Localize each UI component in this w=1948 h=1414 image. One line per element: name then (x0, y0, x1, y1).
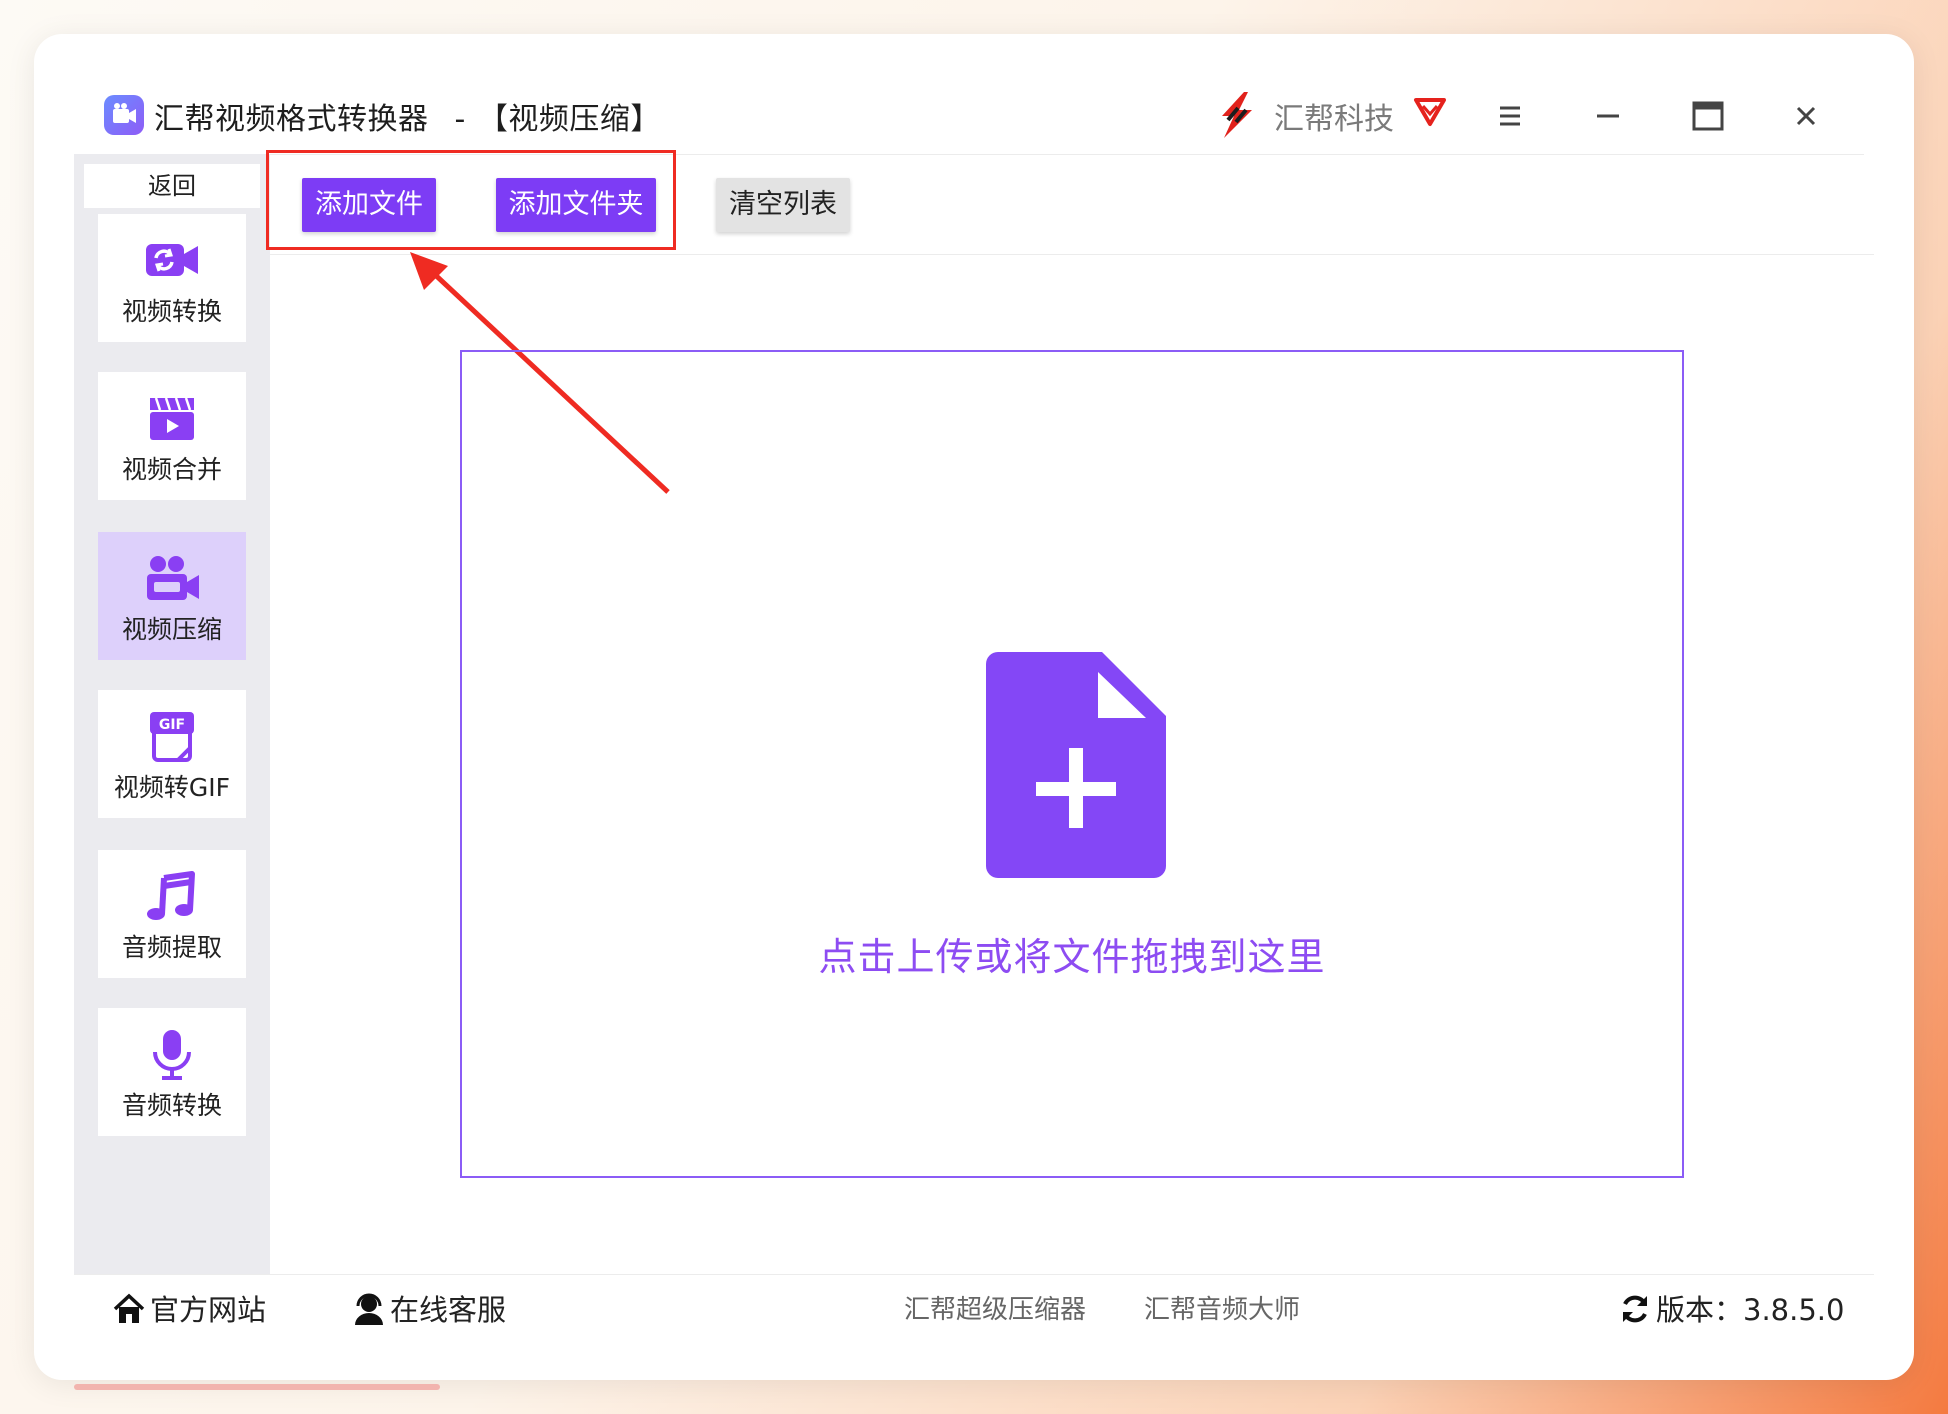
brand-name: 汇帮科技 (1274, 102, 1394, 137)
compressor-link[interactable]: 汇帮超级压缩器 (904, 1289, 1086, 1326)
maximize-icon[interactable] (1684, 92, 1732, 140)
window-title: 汇帮视频格式转换器 - 【视频压缩】 (154, 94, 661, 138)
close-icon[interactable] (1782, 92, 1830, 140)
title-separator: - (454, 102, 466, 137)
horizontal-scroll-hint (74, 1384, 440, 1390)
title-bar: 汇帮视频格式转换器 - 【视频压缩】 汇帮科技 (74, 78, 1864, 155)
gif-icon: GIF (150, 712, 194, 762)
support-link[interactable]: 在线客服 (352, 1287, 506, 1329)
back-button[interactable]: 返回 (84, 164, 260, 208)
website-link[interactable]: 官方网站 (112, 1287, 266, 1329)
svg-text:GIF: GIF (159, 717, 185, 733)
sidebar-item-audio-convert[interactable]: 音频转换 (98, 1008, 246, 1136)
drop-zone-text: 点击上传或将文件拖拽到这里 (818, 935, 1326, 979)
status-bar: 官方网站 在线客服 汇帮超级压缩器 汇帮音频大师 版本：3.8.5.0 (74, 1274, 1874, 1345)
sidebar-item-label: 视频合并 (121, 455, 222, 484)
file-add-icon (986, 652, 1166, 878)
highlight-annotation-box (266, 150, 676, 250)
app-name: 汇帮视频格式转换器 (154, 102, 429, 137)
version-label: 版本：3.8.5.0 (1656, 1293, 1845, 1327)
vip-diamond-icon[interactable] (1410, 92, 1450, 130)
sidebar-item-video-convert[interactable]: 视频转换 (98, 214, 246, 342)
menu-icon[interactable] (1486, 92, 1534, 140)
audio-master-link[interactable]: 汇帮音频大师 (1144, 1289, 1300, 1326)
sidebar-item-label: 视频转GIF (113, 773, 231, 802)
microphone-icon (153, 1030, 191, 1080)
sidebar-item-label: 音频提取 (121, 933, 222, 962)
clear-list-button[interactable]: 清空列表 (716, 178, 850, 232)
sidebar-item-label: 视频压缩 (121, 615, 222, 644)
sidebar-item-label: 视频转换 (121, 297, 222, 326)
sidebar-item-video-merge[interactable]: 视频合并 (98, 372, 246, 500)
version-info[interactable]: 版本：3.8.5.0 (1618, 1287, 1844, 1329)
video-convert-icon (146, 244, 198, 276)
home-icon (113, 1293, 145, 1323)
refresh-icon (1623, 1295, 1647, 1323)
file-drop-zone[interactable]: 点击上传或将文件拖拽到这里 (460, 350, 1684, 1178)
sidebar-item-video-compress[interactable]: 视频压缩 (98, 532, 246, 660)
app-logo-icon (104, 95, 144, 135)
brand-logo-icon (1222, 92, 1252, 138)
sidebar-item-label: 音频转换 (121, 1091, 222, 1120)
music-note-icon (147, 871, 195, 920)
website-label: 官方网站 (150, 1293, 267, 1327)
video-merge-icon (150, 397, 194, 440)
customer-service-icon (355, 1293, 383, 1325)
section-name: 【视频压缩】 (477, 102, 661, 137)
minimize-icon[interactable] (1584, 92, 1632, 140)
sidebar-item-video-gif[interactable]: GIF 视频转GIF (98, 690, 246, 818)
video-compress-icon (147, 556, 199, 600)
sidebar-item-audio-extract[interactable]: 音频提取 (98, 850, 246, 978)
support-label: 在线客服 (390, 1293, 507, 1327)
sidebar: 返回 视频转换 视频合并 视频压缩 GIF 视频转GIF 音频提取 音频转换 (74, 154, 270, 1274)
